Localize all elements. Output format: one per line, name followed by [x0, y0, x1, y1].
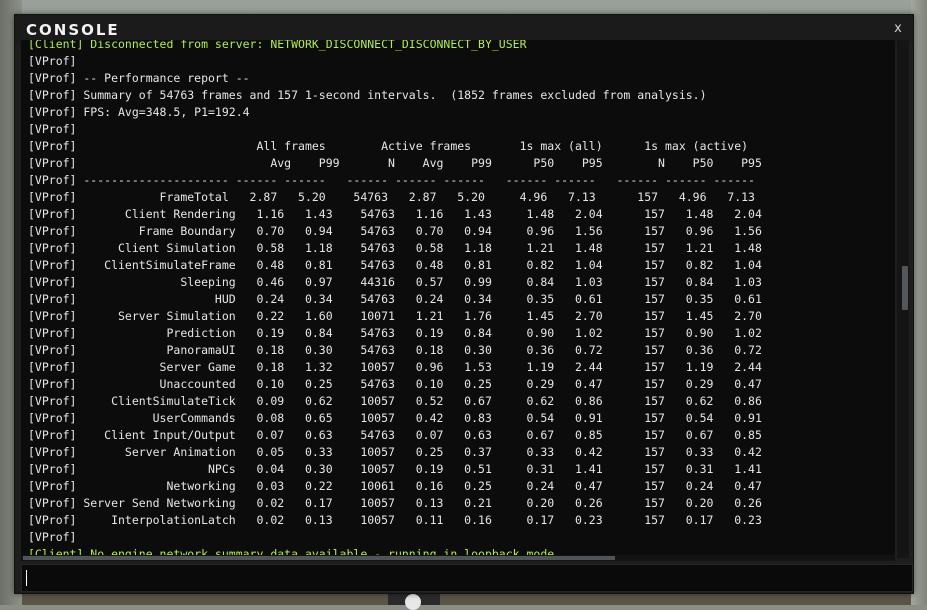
- log-line: [VProf] -- Performance report --: [28, 71, 250, 85]
- log-line: [VProf] FPS: Avg=348.5, P1=192.4: [28, 105, 250, 119]
- log-line: [VProf] InterpolationLatch 0.02 0.13 100…: [28, 513, 762, 527]
- log-line: [VProf]: [28, 530, 77, 544]
- log-line: [VProf] Frame Boundary 0.70 0.94 54763 0…: [28, 224, 762, 238]
- log-line: [VProf] Unaccounted 0.10 0.25 54763 0.10…: [28, 377, 762, 391]
- log-line: [VProf] Summary of 54763 frames and 157 …: [28, 88, 707, 102]
- console-window: CONSOLE x [Client] Disconnected from ser…: [14, 14, 914, 594]
- log-line: [VProf] HUD 0.24 0.34 54763 0.24 0.34 0.…: [28, 292, 762, 306]
- log-line: [VProf] Client Input/Output 0.07 0.63 54…: [28, 428, 762, 442]
- text-caret: [26, 570, 27, 586]
- close-button[interactable]: x: [889, 20, 907, 38]
- log-line: [VProf] UserCommands 0.08 0.65 10057 0.4…: [28, 411, 762, 425]
- vertical-scrollbar[interactable]: [897, 40, 909, 558]
- log-line: [VProf] Server Animation 0.05 0.33 10057…: [28, 445, 762, 459]
- vertical-scroll-thumb[interactable]: [902, 266, 908, 310]
- console-title: CONSOLE: [26, 21, 120, 39]
- log-line: [VProf] All frames Active frames 1s max …: [28, 139, 749, 153]
- log-line: [VProf] ClientSimulateTick 0.09 0.62 100…: [28, 394, 762, 408]
- horizontal-scroll-thumb[interactable]: [23, 556, 615, 560]
- command-input[interactable]: [26, 568, 908, 590]
- log-line: [VProf] --------------------- ------ ---…: [28, 173, 755, 187]
- log-line: [VProf] NPCs 0.04 0.30 10057 0.19 0.51 0…: [28, 462, 762, 476]
- console-log-lines: [Client] Disconnected from server: NETWO…: [28, 40, 762, 558]
- log-line: [VProf]: [28, 54, 77, 68]
- log-line: [VProf] PanoramaUI 0.18 0.30 54763 0.18 …: [28, 343, 762, 357]
- log-line: [VProf] Prediction 0.19 0.84 54763 0.19 …: [28, 326, 762, 340]
- command-input-row: [21, 564, 913, 592]
- log-line: [VProf] Sleeping 0.46 0.97 44316 0.57 0.…: [28, 275, 762, 289]
- log-line: [VProf] Server Game 0.18 1.32 10057 0.96…: [28, 360, 762, 374]
- log-line: [VProf] FrameTotal 2.87 5.20 54763 2.87 …: [28, 190, 755, 204]
- log-line: [VProf] Networking 0.03 0.22 10061 0.16 …: [28, 479, 762, 493]
- log-line: [VProf] Client Rendering 1.16 1.43 54763…: [28, 207, 762, 221]
- horizontal-scrollbar[interactable]: [21, 555, 895, 561]
- log-line: [VProf] Client Simulation 0.58 1.18 5476…: [28, 241, 762, 255]
- log-line: [VProf] Avg P99 N Avg P99 P50 P95 N P50 …: [28, 156, 762, 170]
- status-line: [Client] Disconnected from server: NETWO…: [28, 40, 527, 51]
- log-line: [VProf] ClientSimulateFrame 0.48 0.81 54…: [28, 258, 762, 272]
- console-log[interactable]: [Client] Disconnected from server: NETWO…: [21, 40, 895, 558]
- log-line: [VProf]: [28, 122, 77, 136]
- log-line: [VProf] Server Simulation 0.22 1.60 1007…: [28, 309, 762, 323]
- log-line: [VProf] Server Send Networking 0.02 0.17…: [28, 496, 762, 510]
